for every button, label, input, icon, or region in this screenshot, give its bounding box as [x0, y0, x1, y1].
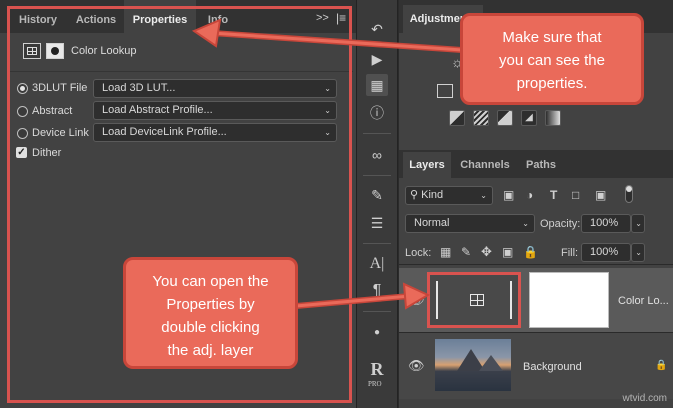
watermark: wtvid.com	[622, 393, 667, 404]
callout-top-text: Make sure that you can see the propertie…	[499, 29, 605, 92]
bottom-arrow	[295, 282, 431, 310]
callout-top: Make sure that you can see the propertie…	[460, 13, 644, 105]
top-arrow	[191, 18, 463, 53]
callout-bottom: You can open the Properties by double cl…	[123, 257, 298, 369]
callout-bottom-text: You can open the Properties by double cl…	[152, 273, 269, 359]
